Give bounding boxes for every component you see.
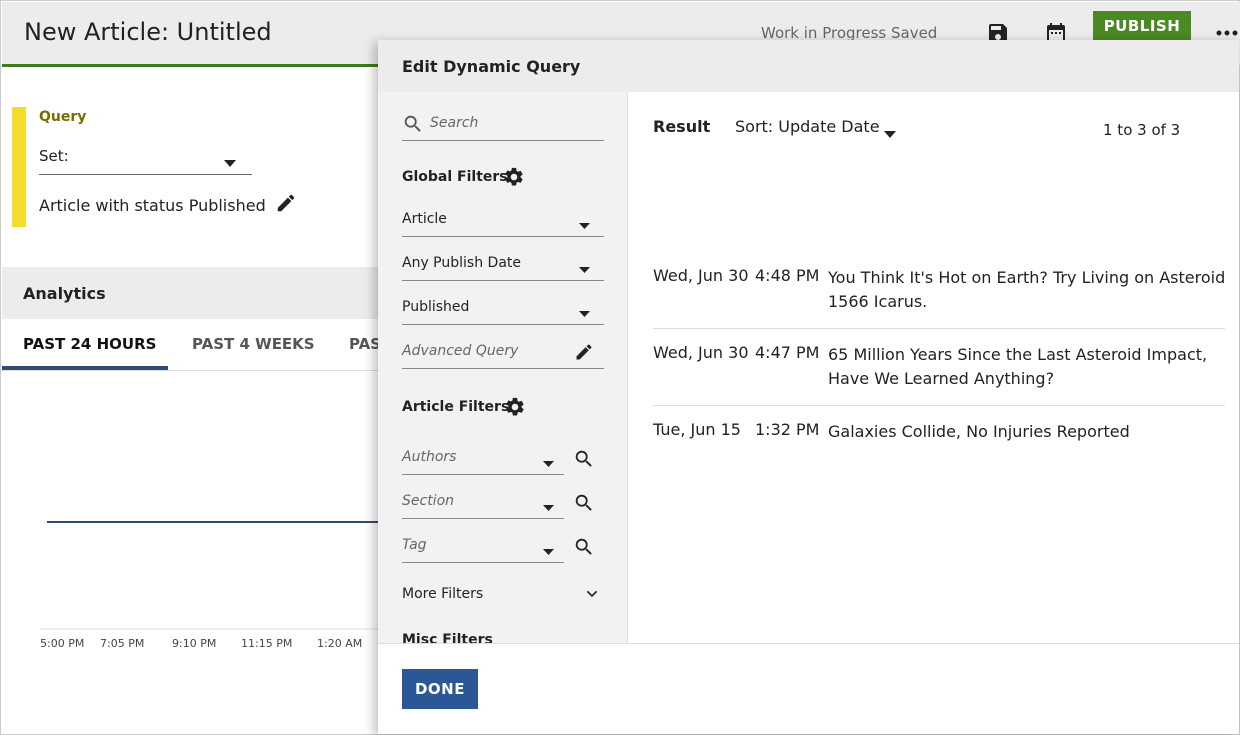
result-headline: You Think It's Hot on Earth? Try Living … (828, 268, 1226, 311)
x-tick-label: 5:00 PM (40, 637, 85, 650)
misc-filters-title: Misc Filters (402, 632, 493, 643)
content-type-value: Article (402, 211, 447, 227)
result-row[interactable]: Tue, Jun 15 1:32 PM Galaxies Collide, No… (653, 420, 1225, 450)
tab-past-4-weeks[interactable]: PAST 4 WEEKS (192, 335, 315, 353)
article-filters-title: Article Filters (402, 399, 510, 415)
tag-select[interactable]: Tag (402, 529, 564, 563)
advanced-query-placeholder: Advanced Query (402, 343, 519, 359)
section-select[interactable]: Section (402, 485, 564, 519)
gear-icon[interactable] (503, 166, 525, 192)
caret-down-icon (579, 305, 590, 321)
modal-header: Edit Dynamic Query (378, 40, 1239, 92)
result-row[interactable]: Wed, Jun 30 4:48 PM You Think It's Hot o… (653, 266, 1225, 329)
x-tick-label: 7:05 PM (100, 637, 145, 650)
analytics-header: Analytics (2, 267, 380, 319)
result-headline: Galaxies Collide, No Injuries Reported (828, 422, 1130, 441)
caret-down-icon (543, 543, 554, 559)
sort-select[interactable]: Sort: Update Date (735, 117, 880, 136)
filters-panel[interactable]: Search Global Filters Article Any Publis… (378, 92, 628, 643)
paging-info: 1 to 3 of 3 (1103, 121, 1181, 139)
caret-down-icon[interactable] (884, 123, 896, 142)
modal-footer: DONE (378, 643, 1239, 734)
analytics-title: Analytics (23, 284, 106, 303)
publish-button[interactable]: PUBLISH (1093, 11, 1191, 41)
status-select[interactable]: Published (402, 291, 604, 325)
result-time: 4:47 PM (755, 343, 820, 362)
gear-icon[interactable] (504, 396, 526, 422)
section-placeholder: Section (402, 493, 455, 509)
x-tick-label: 11:15 PM (241, 637, 293, 650)
done-button[interactable]: DONE (402, 669, 478, 709)
search-placeholder: Search (430, 115, 479, 131)
x-tick-label: 9:10 PM (172, 637, 217, 650)
authors-placeholder: Authors (402, 449, 457, 465)
caret-down-icon (543, 499, 554, 515)
edit-query-icon[interactable] (275, 192, 297, 218)
tag-placeholder: Tag (402, 537, 427, 553)
advanced-query-field[interactable]: Advanced Query (402, 335, 604, 369)
search-section-icon[interactable] (573, 492, 595, 518)
authors-select[interactable]: Authors (402, 441, 564, 475)
query-block: Query Set: Article with status Published (12, 107, 372, 227)
analytics-chart: 5:00 PM 7:05 PM 9:10 PM 11:15 PM 1:20 AM (2, 371, 380, 661)
set-select[interactable]: Set: (39, 145, 252, 175)
analytics-tabs: PAST 24 HOURS PAST 4 WEEKS PAS (2, 319, 381, 371)
global-filters-title: Global Filters (402, 169, 508, 185)
caret-down-icon (579, 217, 590, 233)
publish-date-select[interactable]: Any Publish Date (402, 247, 604, 281)
result-time: 4:48 PM (755, 266, 820, 285)
publish-date-value: Any Publish Date (402, 255, 521, 271)
edit-dynamic-query-modal: Edit Dynamic Query Search Global Filters… (378, 40, 1239, 734)
tab-past-24-hours[interactable]: PAST 24 HOURS (23, 335, 156, 353)
modal-title: Edit Dynamic Query (402, 57, 581, 76)
more-filters-label: More Filters (402, 586, 484, 602)
result-time: 1:32 PM (755, 420, 820, 439)
page-title: New Article: Untitled (24, 18, 272, 46)
query-label: Query (39, 109, 87, 125)
result-date: Tue, Jun 15 (653, 420, 741, 439)
result-row[interactable]: Wed, Jun 30 4:47 PM 65 Million Years Sin… (653, 343, 1225, 406)
content-type-select[interactable]: Article (402, 203, 604, 237)
tab-past-more[interactable]: PAS (349, 335, 381, 353)
filter-search-input[interactable]: Search (402, 112, 604, 141)
search-icon (402, 113, 424, 139)
results-panel: Result Sort: Update Date 1 to 3 of 3 Wed… (628, 92, 1239, 643)
query-accent-bar (12, 107, 26, 227)
set-select-value: Set: (39, 147, 69, 165)
search-tag-icon[interactable] (573, 536, 595, 562)
caret-down-icon (224, 153, 236, 171)
search-authors-icon[interactable] (573, 448, 595, 474)
result-headline: 65 Million Years Since the Last Asteroid… (828, 345, 1208, 388)
chevron-down-icon (584, 586, 600, 606)
more-filters-toggle[interactable]: More Filters (402, 586, 604, 602)
result-label: Result (653, 117, 711, 136)
caret-down-icon (543, 455, 554, 471)
x-tick-label: 1:20 AM (317, 637, 363, 650)
query-summary: Article with status Published (39, 196, 266, 215)
title-underline (2, 64, 380, 67)
caret-down-icon (579, 261, 590, 277)
active-tab-indicator (2, 366, 168, 370)
pencil-icon[interactable] (574, 342, 594, 366)
result-date: Wed, Jun 30 (653, 266, 749, 285)
result-date: Wed, Jun 30 (653, 343, 749, 362)
status-value: Published (402, 299, 470, 315)
